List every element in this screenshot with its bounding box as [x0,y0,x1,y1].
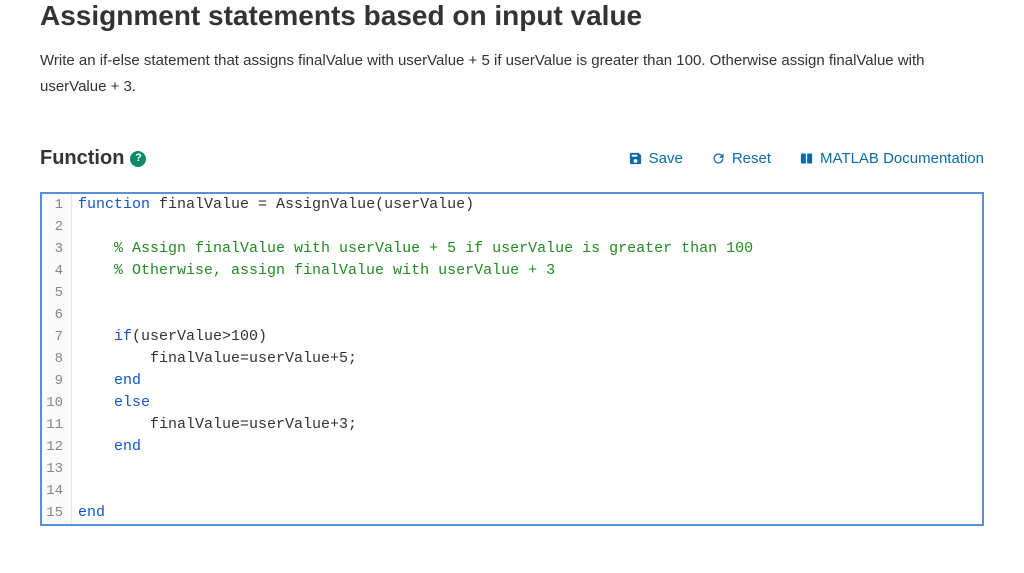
docs-link[interactable]: MATLAB Documentation [799,150,984,167]
line-number: 10 [42,392,72,414]
help-icon[interactable]: ? [130,151,146,167]
line-number: 6 [42,304,72,326]
line-number: 11 [42,414,72,436]
code-line[interactable]: 14 [42,480,982,502]
code-line[interactable]: 10 else [42,392,982,414]
code-line[interactable]: 12 end [42,436,982,458]
code-text[interactable]: end [72,436,982,458]
code-line[interactable]: 6 [42,304,982,326]
code-text[interactable]: if(userValue>100) [72,326,982,348]
code-line[interactable]: 5 [42,282,982,304]
line-number: 7 [42,326,72,348]
page-title: Assignment statements based on input val… [40,0,984,32]
code-line[interactable]: 4 % Otherwise, assign finalValue with us… [42,260,982,282]
line-number: 12 [42,436,72,458]
code-line[interactable]: 7 if(userValue>100) [42,326,982,348]
code-text[interactable]: % Otherwise, assign finalValue with user… [72,260,982,282]
reset-icon [711,151,726,166]
code-line[interactable]: 2 [42,216,982,238]
instructions-text: Write an if-else statement that assigns … [40,48,960,99]
code-text[interactable]: else [72,392,982,414]
code-text[interactable]: end [72,502,982,524]
code-text[interactable]: function finalValue = AssignValue(userVa… [72,194,982,216]
code-line[interactable]: 3 % Assign finalValue with userValue + 5… [42,238,982,260]
save-button[interactable]: Save [628,150,683,167]
docs-label: MATLAB Documentation [820,150,984,167]
code-line[interactable]: 9 end [42,370,982,392]
function-label: Function [40,147,124,170]
code-line[interactable]: 1function finalValue = AssignValue(userV… [42,194,982,216]
book-icon [799,151,814,166]
line-number: 3 [42,238,72,260]
line-number: 13 [42,458,72,480]
code-text[interactable]: finalValue=userValue+3; [72,414,982,436]
line-number: 8 [42,348,72,370]
code-editor[interactable]: 1function finalValue = AssignValue(userV… [40,192,984,526]
code-text[interactable]: finalValue=userValue+5; [72,348,982,370]
function-section-header: Function ? Save Reset MATLAB Documentati… [40,147,984,170]
code-line[interactable]: 8 finalValue=userValue+5; [42,348,982,370]
save-label: Save [649,150,683,167]
reset-button[interactable]: Reset [711,150,771,167]
code-text[interactable]: % Assign finalValue with userValue + 5 i… [72,238,982,260]
line-number: 2 [42,216,72,238]
reset-label: Reset [732,150,771,167]
code-text[interactable] [72,282,982,304]
editor-toolbar: Save Reset MATLAB Documentation [628,150,984,167]
line-number: 9 [42,370,72,392]
code-line[interactable]: 11 finalValue=userValue+3; [42,414,982,436]
line-number: 5 [42,282,72,304]
code-text[interactable] [72,216,982,238]
line-number: 14 [42,480,72,502]
code-text[interactable]: end [72,370,982,392]
code-text[interactable] [72,480,982,502]
code-line[interactable]: 15end [42,502,982,524]
save-icon [628,151,643,166]
code-text[interactable] [72,458,982,480]
line-number: 1 [42,194,72,216]
line-number: 15 [42,502,72,524]
code-text[interactable] [72,304,982,326]
code-line[interactable]: 13 [42,458,982,480]
line-number: 4 [42,260,72,282]
